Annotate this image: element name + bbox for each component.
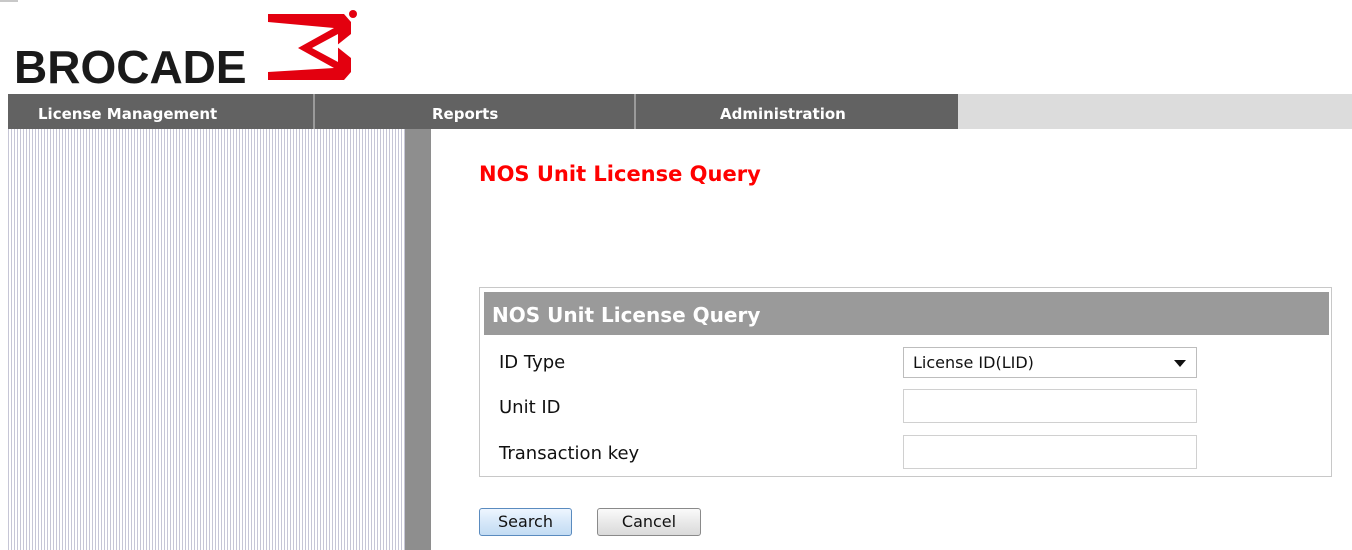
cancel-button[interactable]: Cancel: [597, 508, 701, 536]
panel-header: NOS Unit License Query: [484, 292, 1329, 335]
transaction-key-label: Transaction key: [499, 443, 640, 464]
query-form-panel: NOS Unit License Query ID Type License I…: [479, 287, 1332, 477]
left-sidebar: [8, 129, 405, 550]
search-button[interactable]: Search: [479, 508, 572, 536]
page: BROCADE License Management Reports Admin…: [0, 0, 1352, 550]
brocade-logo: BROCADE: [0, 0, 380, 94]
registered-mark-icon: [349, 10, 357, 18]
chevron-down-icon: [1174, 360, 1186, 367]
sidebar-rail: [405, 129, 431, 550]
unit-id-label: Unit ID: [499, 397, 561, 418]
brocade-wing-icon: [268, 14, 351, 80]
id-type-select[interactable]: License ID(LID): [903, 347, 1197, 378]
tab-administration[interactable]: Administration: [636, 94, 958, 129]
transaction-key-input[interactable]: [903, 435, 1197, 469]
unit-id-input[interactable]: [903, 389, 1197, 423]
page-title: NOS Unit License Query: [479, 162, 761, 186]
tab-reports[interactable]: Reports: [315, 94, 634, 129]
main-nav: License Management Reports Administratio…: [8, 94, 1352, 129]
logo-wordmark: BROCADE: [14, 41, 247, 93]
tab-license-management[interactable]: License Management: [8, 94, 313, 129]
id-type-label: ID Type: [499, 352, 566, 373]
id-type-selected-value: License ID(LID): [913, 353, 1034, 372]
